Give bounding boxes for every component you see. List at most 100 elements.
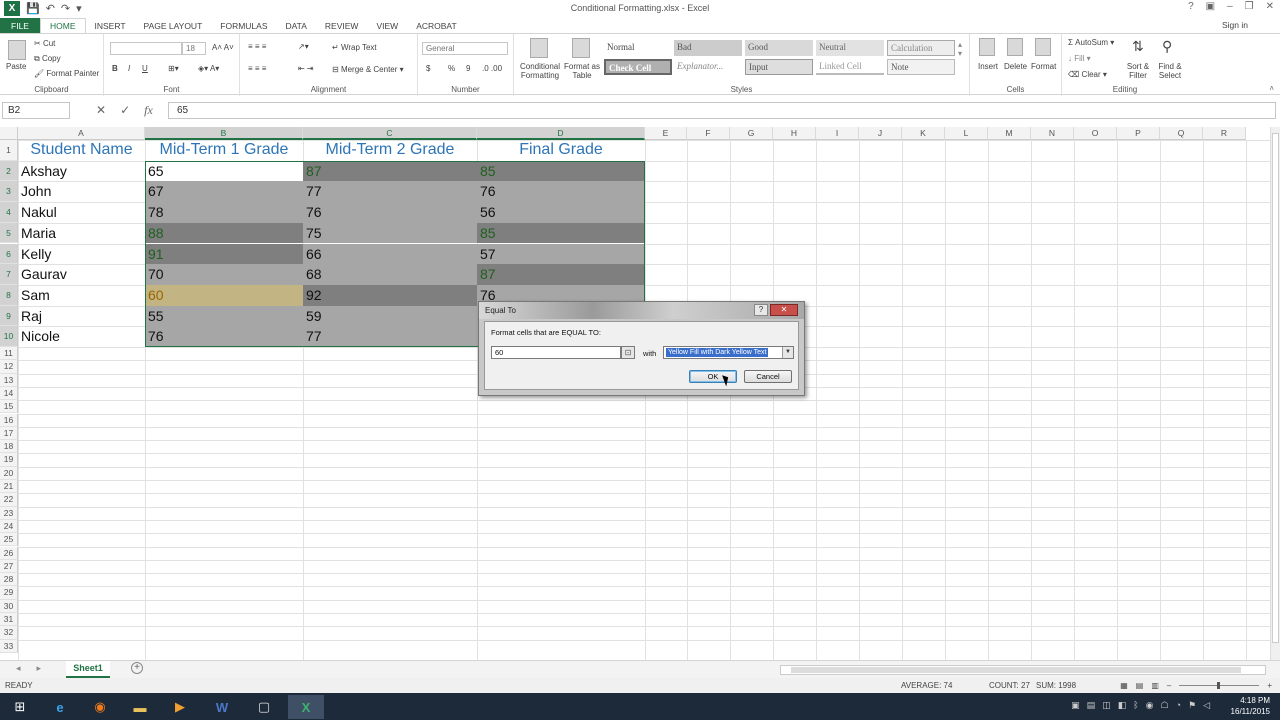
page-layout-view-icon[interactable]: ▤ <box>1136 681 1144 690</box>
tray-icon-2[interactable]: ▤ <box>1087 700 1096 711</box>
excel-taskbar-icon[interactable]: X <box>288 695 324 719</box>
style-neutral[interactable]: Neutral <box>816 40 884 56</box>
delete-cells-icon[interactable] <box>1007 38 1023 56</box>
midterm2-grade-cell[interactable]: 66 <box>303 243 477 265</box>
column-header-i[interactable]: I <box>816 127 859 140</box>
horizontal-scroll-thumb[interactable] <box>791 667 1241 673</box>
collapse-ribbon-icon[interactable]: ˄ <box>1269 84 1274 93</box>
midterm2-grade-cell[interactable]: 87 <box>303 160 477 182</box>
tab-formulas[interactable]: FORMULAS <box>211 18 276 33</box>
font-size-combo[interactable]: 18 <box>182 42 206 55</box>
tab-acrobat[interactable]: ACROBAT <box>407 18 465 33</box>
student-name-cell[interactable]: Maria <box>18 223 145 244</box>
row-header-17[interactable]: 17 <box>0 426 18 441</box>
paste-button[interactable]: Paste <box>6 62 26 71</box>
window-app-icon[interactable]: ▢ <box>246 695 282 719</box>
final-grade-cell[interactable]: 56 <box>477 202 645 223</box>
decimal-icon[interactable]: .0 .00 <box>482 64 502 73</box>
header-cell[interactable]: Mid-Term 2 Grade <box>303 140 477 161</box>
student-name-cell[interactable]: Gaurav <box>18 264 145 285</box>
row-header-9[interactable]: 9 <box>0 305 18 327</box>
row-header-19[interactable]: 19 <box>0 453 18 467</box>
normal-view-icon[interactable]: ▦ <box>1120 681 1128 690</box>
network-icon[interactable]: ◔ <box>1176 700 1181 711</box>
tab-insert[interactable]: INSERT <box>86 18 135 33</box>
midterm2-grade-cell[interactable]: 59 <box>303 305 477 327</box>
select-all-corner[interactable] <box>0 127 18 140</box>
dropdown-arrow-icon[interactable]: ▼ <box>782 347 793 358</box>
column-header-g[interactable]: G <box>730 127 773 140</box>
column-header-e[interactable]: E <box>645 127 687 140</box>
row-header-32[interactable]: 32 <box>0 626 18 640</box>
row-header-22[interactable]: 22 <box>0 493 18 507</box>
tab-home[interactable]: HOME <box>40 18 86 33</box>
student-name-cell[interactable]: Akshay <box>18 161 145 182</box>
midterm1-grade-cell[interactable]: 78 <box>145 202 303 223</box>
tab-page-layout[interactable]: PAGE LAYOUT <box>135 18 212 33</box>
style-check-cell[interactable]: Check Cell <box>604 59 672 75</box>
cancel-entry-icon[interactable]: ✕ <box>96 103 106 118</box>
midterm2-grade-cell[interactable]: 92 <box>303 284 477 306</box>
column-header-a[interactable]: A <box>18 127 145 140</box>
row-header-31[interactable]: 31 <box>0 613 18 627</box>
internet-explorer-icon[interactable]: e <box>42 695 78 719</box>
media-player-icon[interactable]: ▶ <box>162 695 198 719</box>
row-header-13[interactable]: 13 <box>0 373 18 387</box>
header-cell[interactable]: Mid-Term 1 Grade <box>145 140 303 161</box>
row-header-24[interactable]: 24 <box>0 519 18 534</box>
format-button[interactable]: Format <box>1031 62 1056 71</box>
row-header-3[interactable]: 3 <box>0 181 18 203</box>
row-header-20[interactable]: 20 <box>0 466 18 480</box>
final-grade-cell[interactable]: 85 <box>477 222 645 244</box>
clock[interactable]: 4:18 PM 16/11/2015 <box>1231 695 1270 717</box>
close-icon[interactable]: ✕ <box>1266 1 1274 12</box>
start-windows-icon[interactable]: ⊞ <box>2 695 38 719</box>
row-header-25[interactable]: 25 <box>0 533 18 547</box>
equal-to-value-input[interactable]: 60 <box>491 346 621 359</box>
row-header-33[interactable]: 33 <box>0 639 18 653</box>
column-header-j[interactable]: J <box>859 127 902 140</box>
sheet-next-icon[interactable]: ▸ <box>37 663 42 674</box>
zoom-in-icon[interactable]: + <box>1267 681 1272 690</box>
style-calculation[interactable]: Calculation <box>887 40 955 56</box>
column-header-o[interactable]: O <box>1074 127 1117 140</box>
format-style-select[interactable]: Yellow Fill with Dark Yellow Text ▼ <box>663 346 794 359</box>
column-header-q[interactable]: Q <box>1160 127 1203 140</box>
tray-icon-4[interactable]: ◧ <box>1118 700 1127 711</box>
restore-icon[interactable]: ❐ <box>1245 1 1254 12</box>
column-header-f[interactable]: F <box>687 127 730 140</box>
row-header-23[interactable]: 23 <box>0 506 18 520</box>
vertical-scroll-thumb[interactable] <box>1272 133 1279 643</box>
row-header-8[interactable]: 8 <box>0 284 18 306</box>
row-header-21[interactable]: 21 <box>0 480 18 494</box>
sheet-prev-icon[interactable]: ◂ <box>16 663 21 674</box>
row-header-28[interactable]: 28 <box>0 573 18 587</box>
bluetooth-icon[interactable]: ᛒ <box>1133 700 1138 711</box>
borders-icon[interactable]: ⊞▾ <box>168 64 179 73</box>
collapse-dialog-icon[interactable]: ⊡ <box>621 346 635 359</box>
horizontal-scrollbar[interactable] <box>780 665 1266 675</box>
column-header-l[interactable]: L <box>945 127 988 140</box>
row-header-12[interactable]: 12 <box>0 360 18 374</box>
column-header-n[interactable]: N <box>1031 127 1074 140</box>
row-header-26[interactable]: 26 <box>0 546 18 560</box>
tab-view[interactable]: VIEW <box>367 18 407 33</box>
format-cells-icon[interactable] <box>1035 38 1051 56</box>
autosum-button[interactable]: Σ AutoSum ▾ <box>1068 38 1114 47</box>
find-binoculars-icon[interactable]: ⚲ <box>1162 38 1172 55</box>
student-name-cell[interactable]: Nakul <box>18 202 145 223</box>
header-cell[interactable]: Final Grade <box>477 140 645 161</box>
name-box[interactable]: B2 <box>2 102 70 119</box>
style-note[interactable]: Note <box>887 59 955 75</box>
file-explorer-icon[interactable]: ▬ <box>122 695 158 719</box>
confirm-entry-icon[interactable]: ✓ <box>120 103 130 118</box>
row-header-29[interactable]: 29 <box>0 586 18 600</box>
minimize-icon[interactable]: – <box>1227 1 1233 12</box>
format-as-table-icon[interactable] <box>572 38 590 58</box>
help-icon[interactable]: ? <box>1188 1 1194 12</box>
sort-filter-button[interactable]: Sort & Filter <box>1124 62 1152 80</box>
midterm2-grade-cell[interactable]: 75 <box>303 222 477 244</box>
dialog-title-bar[interactable]: Equal To ? ✕ <box>479 302 804 319</box>
fill-button[interactable]: ↓ Fill ▾ <box>1068 54 1091 63</box>
indent-icon[interactable]: ⇤ ⇥ <box>298 64 314 73</box>
